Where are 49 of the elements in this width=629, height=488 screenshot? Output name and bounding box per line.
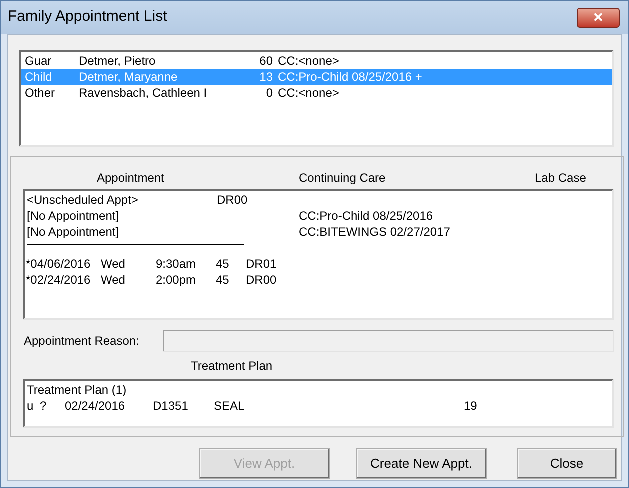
appointment-text: [No Appointment]	[27, 208, 120, 225]
count-text: 0	[265, 87, 273, 99]
date-text: *04/06/2016	[26, 256, 92, 273]
relation-text: Guar	[24, 55, 53, 67]
dialog-button[interactable]: Close	[518, 449, 616, 478]
continuing-care-text: CC:Pro-Child 08/25/2016 +	[277, 71, 422, 83]
patient-name: Ravensbach, Cathleen I	[79, 87, 208, 99]
continuing-care-text: CC:<none>	[277, 87, 340, 99]
section-header: Treatment Plan	[191, 360, 273, 375]
day-text: Wed	[101, 256, 126, 273]
day-text: Wed	[101, 272, 126, 289]
family-list[interactable]: Guar Detmer, Pietro 60 CC:<none> Child Detmer, Maryanne 13 CC:Pro-Child 08/25/2016 + Other Ravensbach, Cathleen I 0 CC:<none>	[19, 50, 614, 147]
time-text: 2:00pm	[156, 272, 198, 289]
patient-name: Detmer, Pietro	[79, 55, 157, 67]
appointment-text: <Unscheduled Appt>	[27, 192, 140, 209]
appointment-text: [No Appointment]	[27, 224, 120, 241]
column-header: Appointment	[97, 170, 166, 187]
list-title: Treatment Plan (1)	[26, 382, 127, 398]
provider-text: DR00	[246, 272, 277, 289]
status-text: ?	[40, 398, 48, 415]
continuing-care-text: CC:Pro-Child 08/25/2016	[299, 208, 434, 225]
status-text: u	[27, 398, 35, 415]
relation-text: Child	[24, 71, 54, 83]
count-text: 60	[258, 55, 273, 67]
field-label: Appointment Reason:	[24, 333, 140, 350]
dialog-button[interactable]: Create New Appt.	[357, 449, 486, 478]
length-text: 45	[216, 256, 230, 273]
relation-text: Other	[24, 87, 56, 99]
length-text: 45	[216, 272, 230, 289]
patient-name: Detmer, Maryanne	[79, 71, 179, 83]
description-text: SEAL	[214, 398, 246, 415]
tooth-text: 19	[464, 398, 478, 415]
column-header: Lab Case	[535, 170, 586, 187]
date-text: 02/24/2016	[65, 398, 126, 415]
continuing-care-text: CC:<none>	[277, 55, 340, 67]
reason-field[interactable]	[163, 330, 614, 352]
window-title: Family Appointment List	[8, 7, 168, 28]
provider-text: DR00	[217, 192, 248, 209]
time-text: 9:30am	[156, 256, 198, 273]
date-text: *02/24/2016	[26, 272, 92, 289]
procedure-code: D1351	[153, 398, 190, 415]
column-header: Continuing Care	[299, 170, 387, 187]
continuing-care-text: CC:BITEWINGS 02/27/2017	[299, 224, 450, 241]
treatment-plan-list[interactable]: Treatment Plan (1) u ? 02/24/2016 D1351 SEAL 19	[23, 379, 614, 428]
count-text: 13	[258, 71, 273, 83]
family-row[interactable]: Other Ravensbach, Cathleen I 0 CC:<none>	[21, 85, 612, 101]
provider-text: DR01	[246, 256, 277, 273]
family-row[interactable]: Guar Detmer, Pietro 60 CC:<none>	[21, 53, 612, 69]
appointment-list[interactable]: <Unscheduled Appt> DR00 [No Appointment] CC:Pro-Child 08/25/2016 [No Appointment] CC:BITEWINGS 02/27/2017 *04/06/2016 Wed 9:30am 45 DR01 *02/24/2016 Wed 2:00pm 45 DR00	[23, 189, 614, 320]
